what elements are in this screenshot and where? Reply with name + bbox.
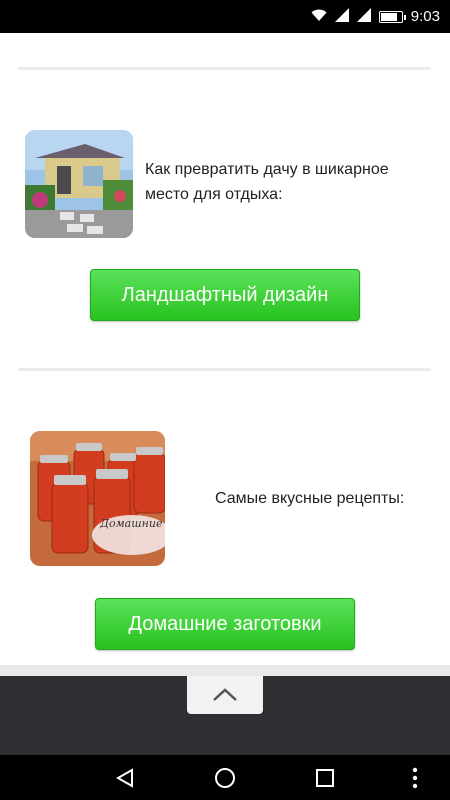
scroll-up-button[interactable] (187, 676, 263, 714)
toolbar-edge (0, 665, 450, 676)
garden-house-photo[interactable] (25, 130, 133, 238)
status-time: 9:03 (410, 8, 440, 25)
wifi-icon (311, 8, 327, 26)
recents-icon (316, 768, 334, 787)
page-content[interactable]: Как превратить дачу в шикарное место для… (0, 33, 450, 665)
signal-icon (356, 7, 371, 26)
divider (18, 67, 431, 70)
navigation-bar (0, 755, 450, 800)
jars-photo-caption: Домашние заготовки (100, 517, 165, 530)
chevron-up-icon (213, 688, 237, 701)
home-button[interactable] (195, 755, 255, 800)
card-text: Как превратить дачу в шикарное место для… (145, 161, 389, 203)
card-text: Самые вкусные рецепты: (215, 490, 405, 507)
signal-icon (334, 7, 349, 26)
more-icon (412, 767, 418, 788)
home-preserves-button[interactable]: Домашние заготовки (95, 598, 355, 650)
recents-button[interactable] (295, 755, 355, 800)
more-button[interactable] (385, 755, 445, 800)
back-button[interactable] (95, 755, 155, 800)
status-icons: 9:03 (311, 0, 440, 33)
status-bar: 9:03 (0, 0, 450, 33)
jars-photo[interactable]: Домашние заготовки (30, 431, 165, 566)
home-icon (215, 767, 235, 788)
battery-icon (378, 10, 406, 23)
bottom-toolbar (0, 665, 450, 755)
landscape-design-button[interactable]: Ландшафтный дизайн (90, 269, 360, 321)
back-icon (116, 767, 133, 788)
battery-level (380, 12, 397, 21)
divider (18, 368, 431, 371)
